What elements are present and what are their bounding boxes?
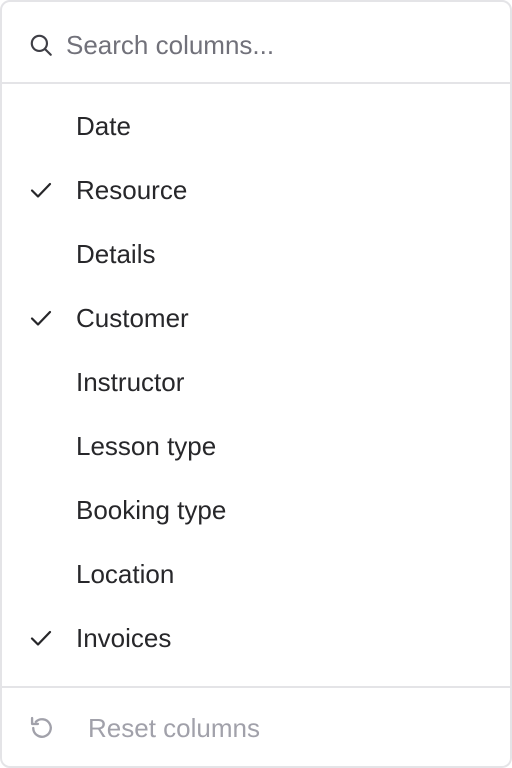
- column-item-booking-type[interactable]: Booking type: [2, 478, 510, 542]
- column-item-label: Instructor: [76, 367, 185, 397]
- column-item-date[interactable]: Date: [2, 94, 510, 158]
- column-item-label: Date: [76, 111, 131, 141]
- reset-icon: [30, 716, 52, 738]
- column-item-label: Invoices: [76, 623, 172, 653]
- search-icon: [30, 34, 52, 56]
- column-item-lesson-type[interactable]: Lesson type: [2, 414, 510, 478]
- column-item-customer[interactable]: Customer: [2, 286, 510, 350]
- search-row: [2, 2, 510, 84]
- column-item-label: Lesson type: [76, 431, 217, 461]
- column-item-location[interactable]: Location: [2, 542, 510, 606]
- reset-columns-label: Reset columns: [88, 713, 260, 743]
- check-icon: [30, 630, 52, 646]
- column-item-label: Location: [76, 559, 175, 589]
- column-item-label: Customer: [76, 303, 189, 333]
- column-list: Date Resource Details Customer Instructo…: [2, 94, 510, 670]
- column-picker-panel: Date Resource Details Customer Instructo…: [0, 0, 512, 768]
- column-item-instructor[interactable]: Instructor: [2, 350, 510, 414]
- check-icon: [30, 310, 52, 326]
- column-item-details[interactable]: Details: [2, 222, 510, 286]
- column-item-label: Details: [76, 239, 156, 269]
- search-input[interactable]: [66, 22, 486, 68]
- column-item-invoices[interactable]: Invoices: [2, 606, 510, 670]
- column-item-resource[interactable]: Resource: [2, 158, 510, 222]
- reset-columns-button[interactable]: Reset columns: [2, 686, 510, 768]
- column-item-label: Resource: [76, 175, 188, 205]
- check-icon: [30, 182, 52, 198]
- column-item-label: Booking type: [76, 495, 227, 525]
